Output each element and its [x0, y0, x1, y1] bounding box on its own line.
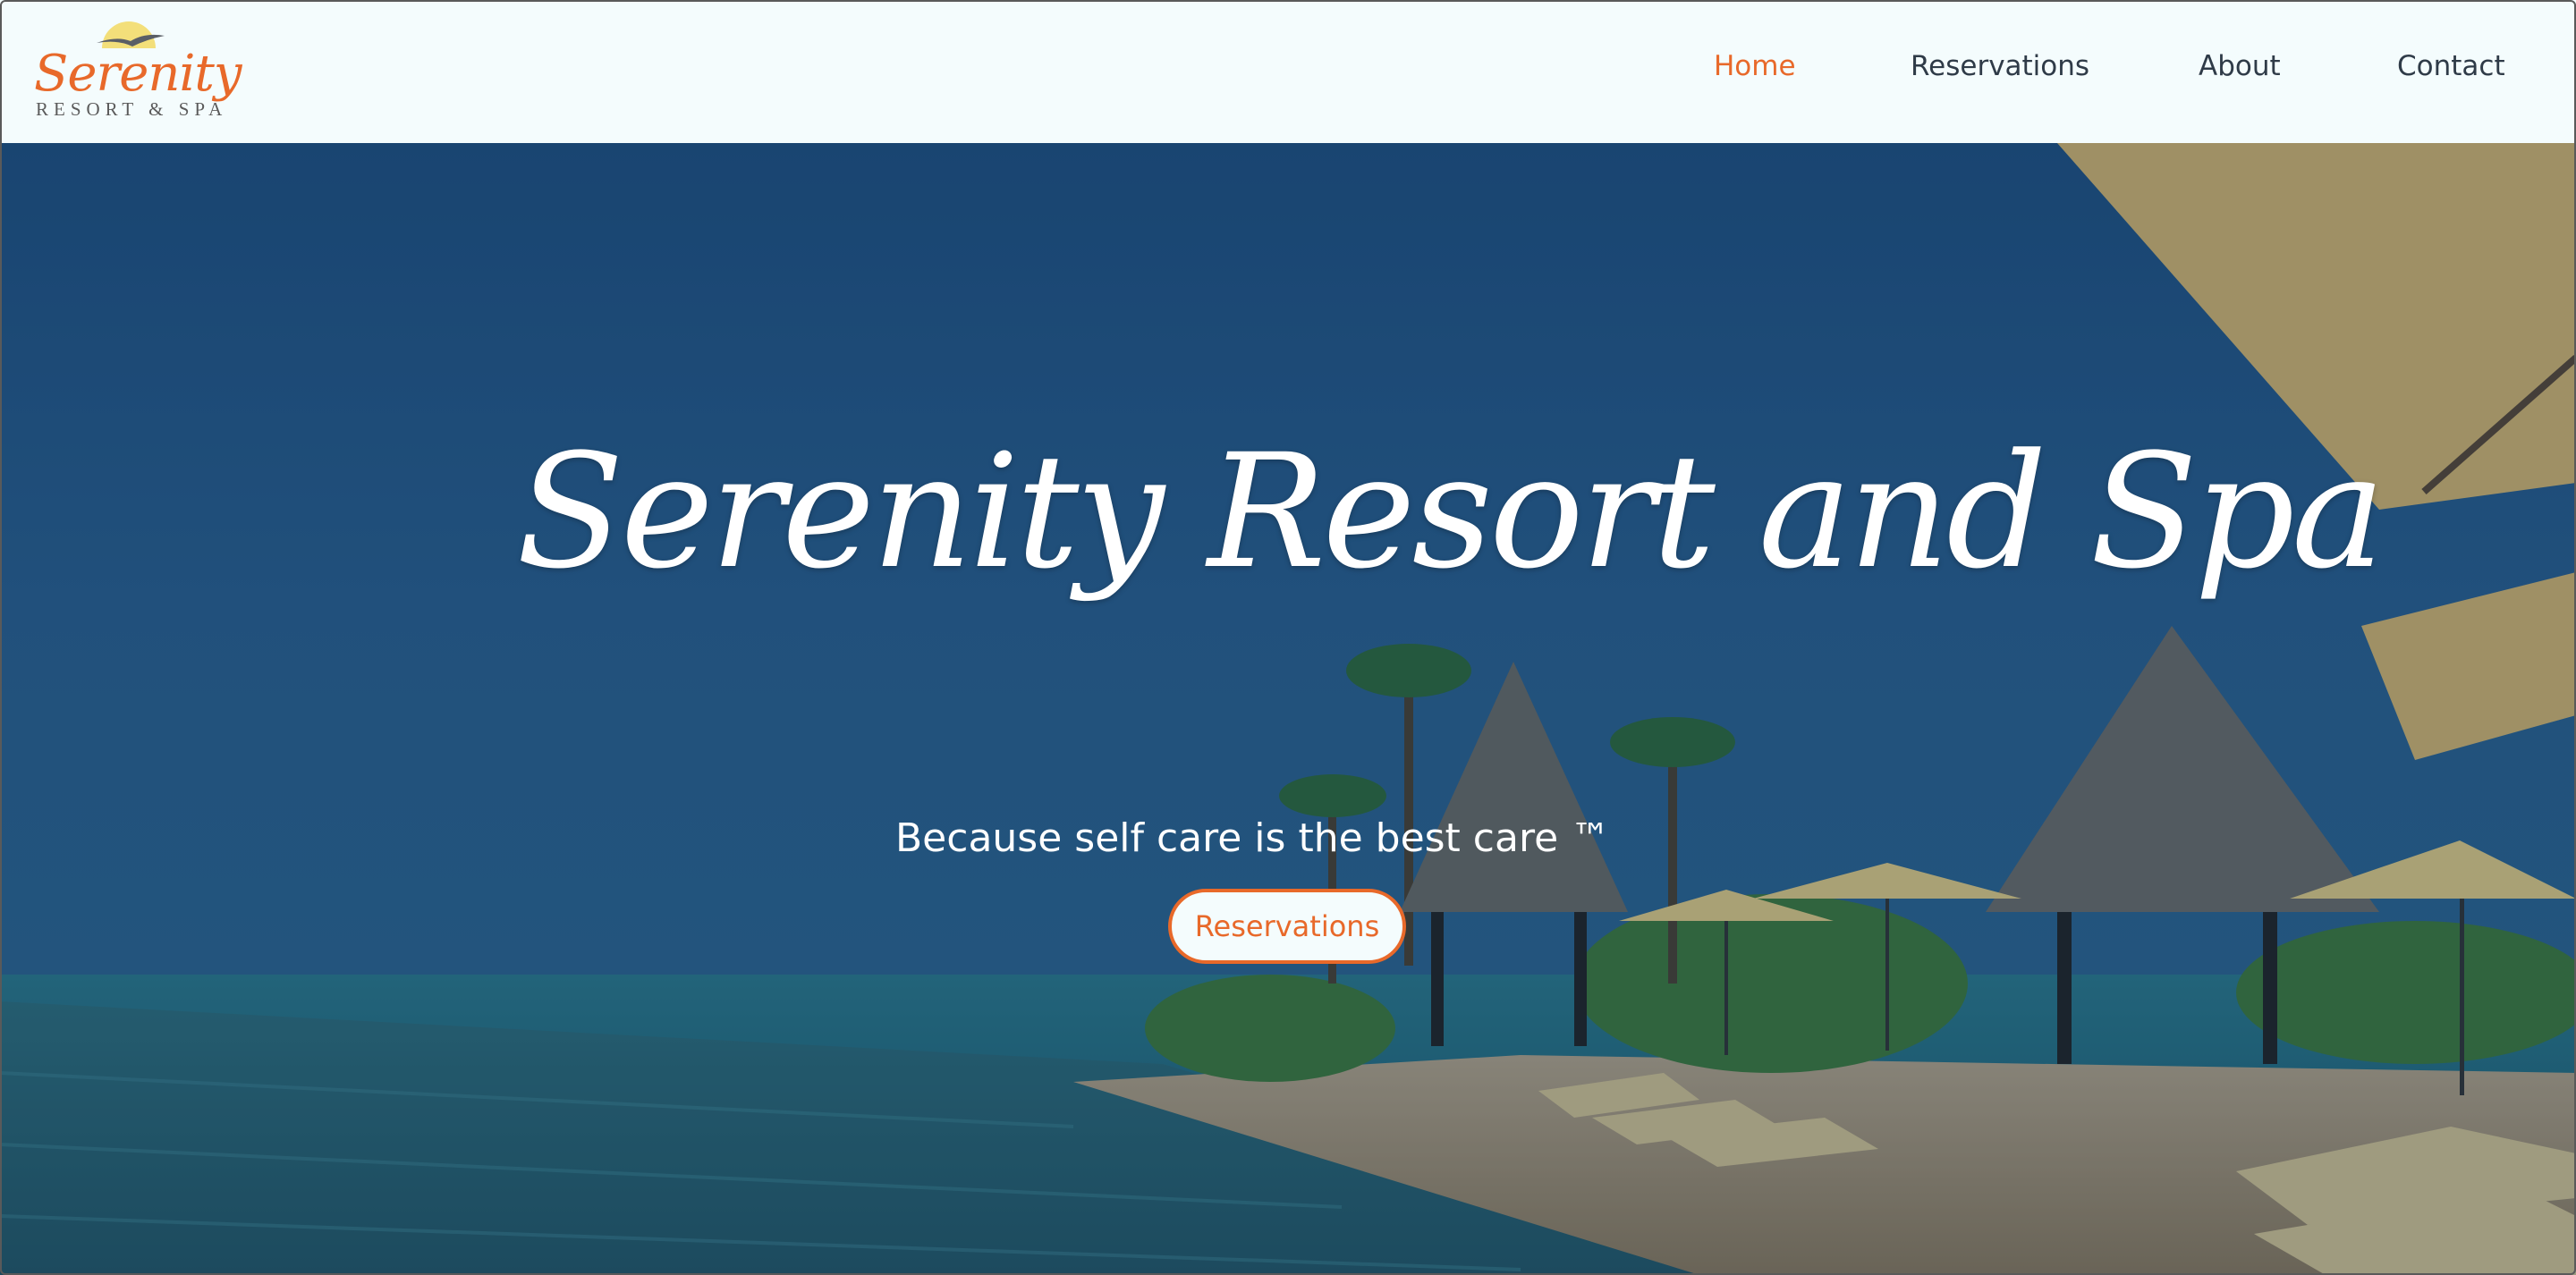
brand-subtitle: RESORT & SPA	[36, 98, 228, 120]
site-header: Serenity RESORT & SPA Home Reservations …	[0, 0, 2576, 143]
nav-reservations[interactable]: Reservations	[1911, 50, 2089, 93]
reservations-button[interactable]: Reservations	[1168, 889, 1406, 964]
hero-title: Serenity Resort and Spa	[516, 420, 2385, 604]
nav-about[interactable]: About	[2199, 50, 2281, 93]
hero-section: Serenity Resort and Spa Because self car…	[0, 143, 2576, 1275]
nav-home[interactable]: Home	[1714, 50, 1796, 93]
brand-logo[interactable]: Serenity RESORT & SPA	[34, 20, 242, 125]
hero-background-image	[0, 143, 2576, 1275]
brand-name: Serenity	[34, 45, 242, 103]
hero-tagline: Because self care is the best care ™	[895, 815, 1611, 861]
nav-contact[interactable]: Contact	[2397, 50, 2505, 93]
